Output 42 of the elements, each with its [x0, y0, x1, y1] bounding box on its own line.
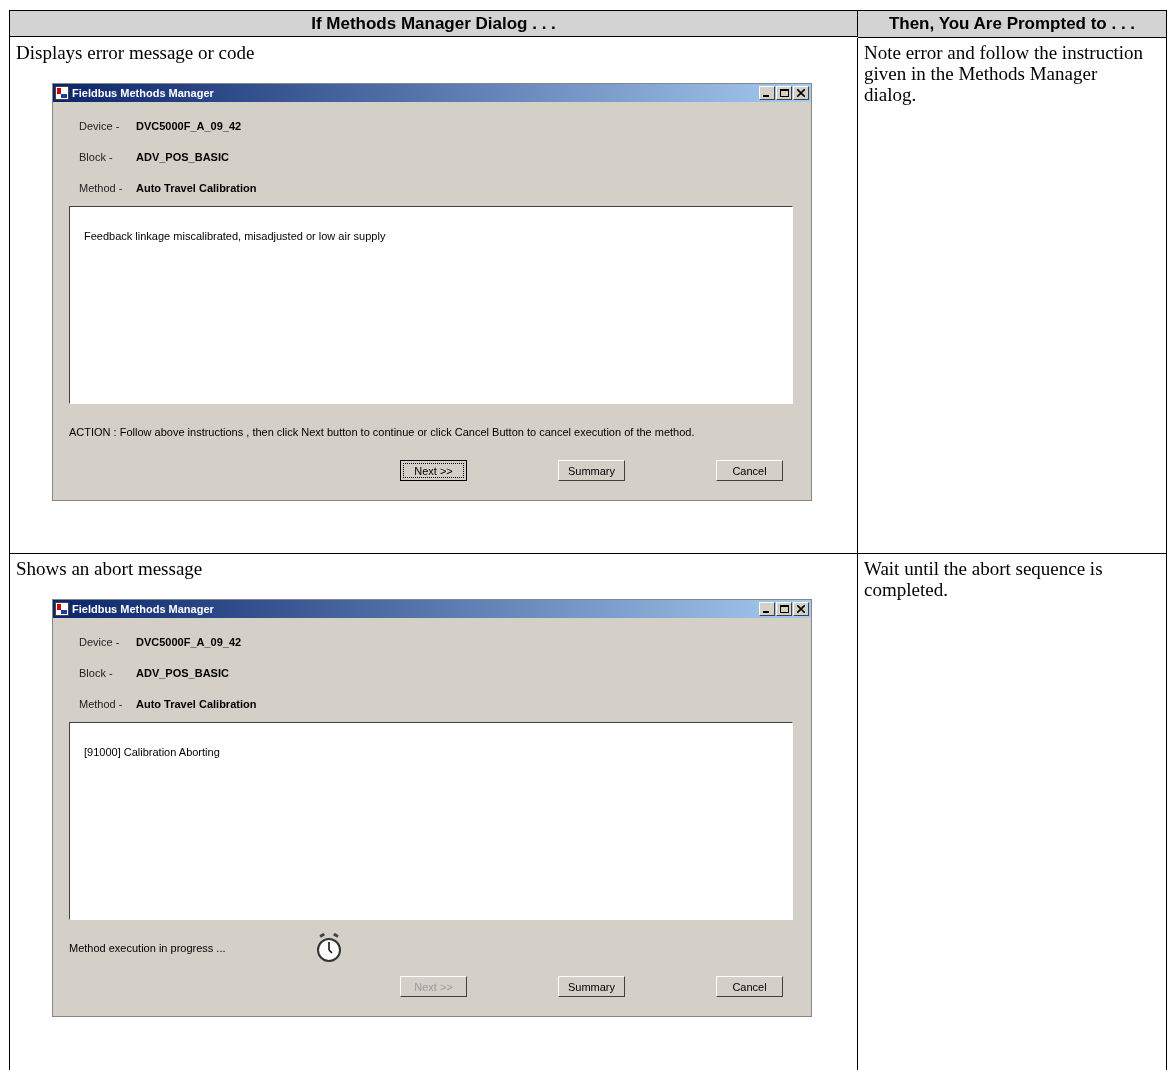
field-value: Auto Travel Calibration	[136, 697, 257, 710]
app-icon	[55, 86, 69, 100]
message-text: [91000] Calibration Aborting	[84, 746, 220, 758]
field-value: DVC5000F_A_09_42	[136, 635, 242, 648]
dialog-button[interactable]: Summary	[558, 460, 625, 481]
field-value: DVC5000F_A_09_42	[136, 119, 242, 132]
app-icon	[55, 602, 69, 616]
window-title: Fieldbus Methods Manager	[72, 87, 214, 99]
field-label: Block -	[79, 150, 114, 163]
field-label: Method -	[79, 181, 124, 194]
field-label: Device -	[79, 635, 121, 648]
maximize-icon	[779, 605, 789, 613]
window-title: Fieldbus Methods Manager	[72, 603, 214, 615]
maximize-icon	[779, 89, 789, 97]
dialog-button[interactable]: Cancel	[716, 460, 783, 481]
close-icon	[797, 605, 805, 613]
field-value: ADV_POS_BASIC	[136, 150, 229, 163]
field-value: Auto Travel Calibration	[136, 181, 257, 194]
dialog-button[interactable]: Cancel	[716, 976, 783, 997]
minimize-button[interactable]	[759, 86, 775, 100]
maximize-button[interactable]	[776, 86, 792, 100]
close-icon	[797, 89, 805, 97]
status-text: Method execution in progress ...	[69, 942, 226, 954]
status-text: ACTION : Follow above instructions , then click Next button to continue or click Cancel Button to cancel execution of the method.	[69, 426, 695, 438]
column-header: Then, You Are Prompted to . . .	[858, 11, 1166, 38]
field-label: Block -	[79, 666, 114, 679]
maximize-button[interactable]	[776, 602, 792, 616]
prompt-text: Wait until the abort sequence is completed.	[864, 558, 1104, 600]
field-label: Method -	[79, 697, 124, 710]
dialog-button[interactable]: Summary	[558, 976, 625, 997]
minimize-button[interactable]	[759, 602, 775, 616]
prompt-text: Note error and follow the instruction given in the Methods Manager dialog.	[864, 42, 1145, 105]
close-button[interactable]	[793, 86, 809, 100]
field-label: Device -	[79, 119, 121, 132]
dialog-button[interactable]: Next >>	[400, 460, 467, 481]
condition-text: Shows an abort message	[16, 558, 204, 579]
stopwatch-icon	[315, 933, 342, 963]
close-button[interactable]	[793, 602, 809, 616]
condition-text: Displays error message or code	[16, 42, 256, 63]
column-header: If Methods Manager Dialog . . .	[10, 11, 858, 37]
message-text: Feedback linkage miscalibrated, misadjusted or low air supply	[84, 230, 386, 242]
field-value: ADV_POS_BASIC	[136, 666, 229, 679]
